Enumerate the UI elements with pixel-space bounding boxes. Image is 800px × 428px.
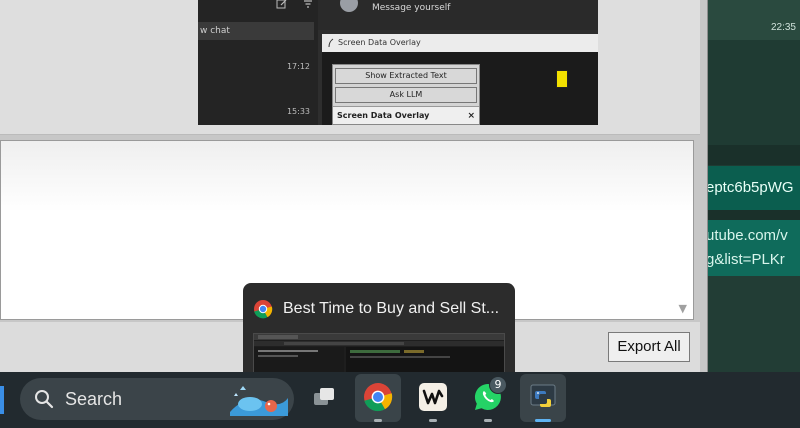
- chat-header: Message yourself: [318, 0, 598, 30]
- captured-screenshot: w chat 17:12 15:33 Message yourself Scre…: [198, 0, 598, 125]
- taskbar-task-view[interactable]: [301, 374, 347, 422]
- thumbnail-title: Best Time to Buy and Sell St...: [283, 300, 500, 317]
- thumbnail-preview[interactable]: [253, 333, 505, 372]
- overlay-panel-title-text: Screen Data Overlay: [337, 111, 430, 120]
- export-all-button[interactable]: Export All: [608, 332, 690, 362]
- overlay-window-tab: Screen Data Overlay: [322, 34, 598, 52]
- taskbar-thumbnail-popup[interactable]: Best Time to Buy and Sell St...: [243, 283, 515, 372]
- background-link-2-line-2: g&list=PLKr: [706, 251, 785, 268]
- running-indicator: [374, 419, 382, 422]
- overlay-panel: Show Extracted Text Ask LLM Screen Data …: [332, 64, 480, 125]
- python-icon: [530, 384, 556, 407]
- running-indicator: [484, 419, 492, 422]
- compose-icon: [276, 0, 287, 9]
- chat-list: w chat 17:12 15:33: [198, 0, 318, 125]
- background-time: 22:35: [770, 22, 796, 33]
- overlay-panel-title: Screen Data Overlay ×: [333, 106, 479, 124]
- chat-time: 15:33: [286, 107, 310, 116]
- chrome-icon: [364, 383, 393, 412]
- avatar: [340, 0, 358, 12]
- yellow-marker: [556, 70, 568, 88]
- filter-icon: [304, 0, 312, 8]
- background-link-2: utube.com/v g&list=PLKr: [700, 220, 800, 276]
- feather-icon: [328, 38, 334, 48]
- overlay-tab-label: Screen Data Overlay: [338, 38, 421, 47]
- taskbar-whatsapp[interactable]: 9: [465, 374, 511, 422]
- search-label: Search: [65, 389, 123, 409]
- new-chat-search: w chat: [198, 22, 314, 40]
- active-indicator: [535, 419, 551, 422]
- show-extracted-text-button: Show Extracted Text: [335, 68, 477, 84]
- taskbar-chrome[interactable]: [355, 374, 401, 422]
- chat-time: 17:12: [286, 62, 310, 71]
- background-strip: [700, 210, 800, 220]
- running-indicator: [429, 419, 437, 422]
- background-panel: [700, 276, 800, 372]
- desktop-background: 22:35 eptc6b5pWG utube.com/v g&list=PLKr: [700, 0, 800, 372]
- background-link-2-line-1: utube.com/v: [706, 227, 788, 244]
- taskbar-python[interactable]: [520, 374, 566, 422]
- task-view-icon: [314, 388, 334, 405]
- taskbar-wispr[interactable]: [410, 374, 456, 422]
- taskbar-search[interactable]: Search: [20, 378, 294, 420]
- taskbar: Search 9: [0, 372, 800, 428]
- chrome-icon: [254, 300, 273, 319]
- background-strip: [700, 145, 800, 165]
- thumbnail-preview-image: [254, 334, 504, 372]
- wispr-icon: [419, 383, 447, 411]
- background-window-header: 22:35: [700, 0, 800, 40]
- notification-badge: 9: [489, 376, 507, 394]
- scroll-down-arrow-icon[interactable]: ▼: [679, 302, 687, 315]
- search-highlight-art-icon: [230, 386, 288, 416]
- close-icon: ×: [467, 111, 475, 121]
- chat-subtitle: Message yourself: [372, 3, 451, 13]
- start-button[interactable]: [0, 386, 4, 414]
- ask-llm-button: Ask LLM: [335, 87, 477, 103]
- search-icon: [35, 390, 54, 409]
- background-link-1: eptc6b5pWG: [700, 166, 800, 210]
